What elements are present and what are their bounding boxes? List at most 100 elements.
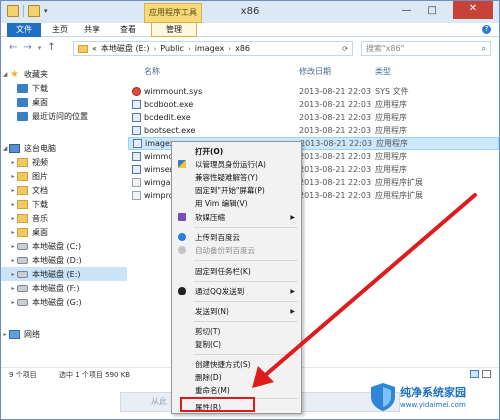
sidebar-item-desktop[interactable]: 桌面 (1, 95, 127, 109)
table-row[interactable]: bootsect.exe 2013-08-21 22:03 应用程序 (128, 124, 499, 137)
dll-file-icon (132, 178, 141, 187)
sidebar-item-music[interactable]: ▸ 音乐 (1, 211, 127, 225)
menu-item-cut[interactable]: 剪切(T) (173, 325, 300, 337)
sidebar-item-desktop-pc[interactable]: ▸ 桌面 (1, 225, 127, 239)
sidebar-item-this-pc[interactable]: ◢ 这台电脑 (1, 141, 127, 155)
menu-item-send-to[interactable]: 发送到(N) ▶ (173, 305, 300, 317)
table-row[interactable]: bcdedit.exe 2013-08-21 22:03 应用程序 (128, 111, 499, 124)
tab-view[interactable]: 查看 (113, 23, 143, 37)
collapse-icon[interactable]: ▸ (1, 331, 9, 338)
file-type: 应用程序 (376, 139, 408, 148)
menu-item-qq-send[interactable]: 通过QQ发送到 ▶ (173, 285, 300, 297)
help-icon[interactable]: ? (482, 25, 491, 34)
sidebar-item-recent[interactable]: 最近访问的位置 (1, 109, 127, 123)
collapse-icon[interactable]: ▸ (9, 159, 17, 166)
drive-icon (17, 256, 28, 264)
history-chevron-icon[interactable]: ▾ (38, 44, 42, 52)
sidebar-item-drive-c[interactable]: ▸ 本地磁盘 (C:) (1, 239, 127, 253)
system-file-icon (132, 87, 141, 96)
exe-file-icon (132, 113, 141, 122)
tab-home[interactable]: 主页 (47, 23, 73, 37)
sidebar-item-drive-g[interactable]: ▸ 本地磁盘 (G:) (1, 295, 127, 309)
collapse-icon[interactable]: ▸ (9, 299, 17, 306)
watermark-title: 纯净系统家园 (400, 386, 466, 399)
sidebar-item-pictures[interactable]: ▸ 图片 (1, 169, 127, 183)
sidebar-item-downloads[interactable]: 下载 (1, 81, 127, 95)
table-row[interactable]: bcdboot.exe 2013-08-21 22:03 应用程序 (128, 98, 499, 111)
menu-item-delete[interactable]: 删除(D) (173, 371, 300, 383)
breadcrumb[interactable]: « 本地磁盘 (E:) › Public › imagex › x86 ⟳ (73, 41, 353, 56)
drive-icon (17, 242, 28, 250)
dll-file-icon (132, 191, 141, 200)
sidebar-item-drive-f[interactable]: ▸ 本地磁盘 (F:) (1, 281, 127, 295)
close-icon[interactable]: ✕ (453, 1, 493, 19)
sidebar-item-documents[interactable]: ▸ 文档 (1, 183, 127, 197)
menu-item-open[interactable]: 打开(O) (173, 145, 300, 157)
drive-icon (17, 284, 28, 292)
menu-item-label: 固定到任务栏(K) (195, 266, 251, 276)
breadcrumb-item[interactable]: imagex (195, 44, 225, 53)
collapse-icon[interactable]: ▸ (9, 173, 17, 180)
tab-file[interactable]: 文件 (7, 23, 41, 37)
refresh-icon[interactable]: ⟳ (342, 45, 352, 53)
up-icon[interactable]: ↑ (47, 42, 55, 53)
minimize-icon[interactable]: — (402, 5, 412, 19)
collapse-icon[interactable]: ▸ (9, 229, 17, 236)
tab-share[interactable]: 共享 (77, 23, 107, 37)
collapse-icon[interactable]: ▸ (9, 271, 17, 278)
collapse-icon[interactable]: ▸ (9, 257, 17, 264)
menu-item-pin-taskbar[interactable]: 固定到任务栏(K) (173, 265, 300, 277)
sidebar-item-drive-e[interactable]: ▸ 本地磁盘 (E:) (1, 267, 127, 281)
recent-icon (17, 111, 28, 121)
collapse-icon[interactable]: ▸ (9, 187, 17, 194)
breadcrumb-item[interactable]: Public (160, 44, 184, 53)
menu-item-run-as-admin[interactable]: 以管理员身份运行(A) (173, 158, 300, 170)
sidebar-item-videos[interactable]: ▸ 视频 (1, 155, 127, 169)
folder-icon (17, 185, 28, 195)
expand-icon[interactable]: ◢ (1, 145, 9, 152)
breadcrumb-item[interactable]: x86 (235, 44, 250, 53)
menu-item-create-shortcut[interactable]: 创建快捷方式(S) (173, 358, 300, 370)
menu-item-rename[interactable]: 重命名(M) (173, 384, 300, 396)
download-folder-icon (17, 83, 28, 93)
collapse-icon[interactable]: ▸ (9, 285, 17, 292)
sidebar-item-drive-d[interactable]: ▸ 本地磁盘 (D:) (1, 253, 127, 267)
table-row[interactable]: wimmount.sys 2013-08-21 22:03 SYS 文件 (128, 85, 499, 98)
menu-item-copy[interactable]: 复制(C) (173, 338, 300, 350)
collapse-icon[interactable]: ▸ (9, 215, 17, 222)
exe-file-icon (132, 126, 141, 135)
item-count: 9 个项目 (9, 371, 37, 379)
column-header-type[interactable]: 类型 (375, 66, 391, 77)
large-icons-view-icon[interactable] (482, 370, 491, 378)
chevron-right-icon[interactable]: › (228, 45, 231, 53)
chevron-right-icon[interactable]: › (153, 45, 156, 53)
forward-icon[interactable]: → (23, 42, 31, 53)
expand-icon[interactable]: ◢ (1, 71, 9, 78)
menu-item-compat[interactable]: 兼容性疑难解答(Y) (173, 171, 300, 183)
breadcrumb-item[interactable]: 本地磁盘 (E:) (101, 43, 150, 54)
menu-item-pin-start[interactable]: 固定到"开始"屏幕(P) (173, 184, 300, 196)
collapse-icon[interactable]: ▸ (9, 243, 17, 250)
collapse-icon[interactable]: ▸ (9, 201, 17, 208)
search-input[interactable]: 搜索"x86" ⌕ (361, 41, 491, 56)
folder-icon (17, 227, 28, 237)
menu-item-compress[interactable]: 软媒压缩 ▶ (173, 211, 300, 223)
search-icon[interactable]: ⌕ (482, 42, 486, 55)
breadcrumb-overflow[interactable]: « (92, 44, 97, 53)
sidebar-item-favorites[interactable]: ◢ ★ 收藏夹 (1, 67, 127, 81)
back-icon[interactable]: ← (9, 42, 17, 53)
column-header-name[interactable]: 名称 (144, 66, 160, 77)
sidebar-item-label: 图片 (32, 171, 48, 181)
sidebar-item-label: 本地磁盘 (E:) (32, 269, 81, 279)
file-date: 2013-08-21 22:03 (299, 87, 372, 96)
sidebar-item-downloads-pc[interactable]: ▸ 下载 (1, 197, 127, 211)
chevron-right-icon[interactable]: › (188, 45, 191, 53)
column-header-date[interactable]: 修改日期 (299, 66, 331, 77)
sidebar-item-network[interactable]: ▸ 网络 (1, 327, 127, 341)
menu-item-vim[interactable]: 用 Vim 编辑(V) (173, 197, 300, 209)
menu-item-baidu-upload[interactable]: 上传到百度云 (173, 231, 300, 243)
sidebar-item-label: 网络 (24, 329, 40, 339)
details-view-icon[interactable] (470, 370, 479, 378)
tab-manage[interactable]: 管理 (151, 23, 197, 37)
maximize-icon[interactable]: □ (428, 5, 437, 19)
